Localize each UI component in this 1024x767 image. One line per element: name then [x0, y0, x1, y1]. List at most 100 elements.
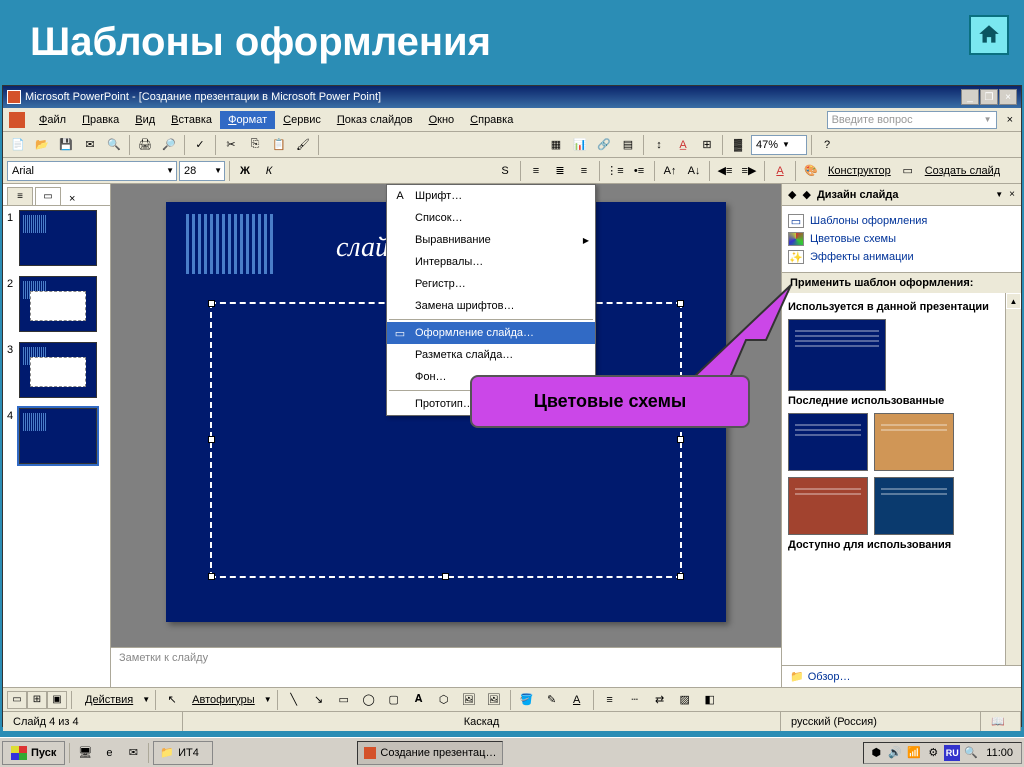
format-painter-icon[interactable]: 🖌 [292, 134, 314, 156]
increase-indent-icon[interactable]: ≡▶ [738, 160, 760, 182]
new-icon[interactable]: 📄 [7, 134, 29, 156]
menu-slideshow[interactable]: Показ слайдов [329, 111, 421, 129]
menu-view[interactable]: Вид [127, 111, 163, 129]
mi-list[interactable]: Список… [387, 207, 595, 229]
app-menu-icon[interactable] [9, 112, 25, 128]
menu-format[interactable]: Формат [220, 111, 275, 129]
line-style-icon[interactable]: ≡ [599, 689, 621, 711]
shadow-icon[interactable]: S [494, 160, 516, 182]
picture-icon[interactable]: 🖼 [483, 689, 505, 711]
print-icon[interactable]: 🖨 [134, 134, 156, 156]
mi-slide-layout[interactable]: Разметка слайда… [387, 344, 595, 366]
ql-desktop-icon[interactable]: 🖥 [74, 742, 96, 764]
tables-borders-icon[interactable]: ▤ [617, 134, 639, 156]
help-search-box[interactable]: Введите вопрос ▼ [827, 111, 997, 129]
open-icon[interactable]: 📂 [31, 134, 53, 156]
tp-link-colors[interactable]: Цветовые схемы [788, 230, 1015, 248]
tp-dropdown-icon[interactable]: ▼ [995, 190, 1003, 199]
menu-insert[interactable]: Вставка [163, 111, 220, 129]
oval-icon[interactable]: ◯ [358, 689, 380, 711]
select-icon[interactable]: ↖ [161, 689, 183, 711]
mi-spacing[interactable]: Интервалы… [387, 251, 595, 273]
mi-slide-design[interactable]: ▭Оформление слайда… [387, 322, 595, 344]
wordart-icon[interactable]: 𝐀 [408, 689, 430, 711]
ql-outlook-icon[interactable]: ✉ [122, 742, 144, 764]
new-slide-button[interactable]: Создать слайд [921, 165, 1004, 177]
menu-file[interactable]: Файл [31, 111, 74, 129]
design-icon[interactable]: 🎨 [800, 160, 822, 182]
slide-thumb-1[interactable] [19, 210, 97, 266]
shadow-style-icon[interactable]: ▨ [674, 689, 696, 711]
home-button[interactable] [969, 15, 1009, 55]
constructor-button[interactable]: Конструктор [824, 165, 895, 177]
align-left-icon[interactable]: ≡ [525, 160, 547, 182]
minimize-button[interactable]: _ [961, 89, 979, 105]
tray-icon[interactable]: 📶 [906, 745, 922, 761]
menu-help[interactable]: Справка [462, 111, 521, 129]
italic-icon[interactable]: К [258, 160, 280, 182]
decrease-font-icon[interactable]: A↓ [683, 160, 705, 182]
preview-icon[interactable]: 🔎 [158, 134, 180, 156]
slideshow-view-btn[interactable]: ▣ [47, 691, 67, 709]
mi-register[interactable]: Регистр… [387, 273, 595, 295]
align-right-icon[interactable]: ≡ [573, 160, 595, 182]
clipart-icon[interactable]: 🖼 [458, 689, 480, 711]
sorter-view-btn[interactable]: ⊞ [27, 691, 47, 709]
table-icon[interactable]: ▦ [545, 134, 567, 156]
mi-align[interactable]: Выравнивание [387, 229, 595, 251]
tp-link-templates[interactable]: ▭Шаблоны оформления [788, 212, 1015, 230]
close-button[interactable]: × [999, 89, 1017, 105]
normal-view-btn[interactable]: ▭ [7, 691, 27, 709]
mi-replace-fonts[interactable]: Замена шрифтов… [387, 295, 595, 317]
slide-thumb-4[interactable] [19, 408, 97, 464]
mi-font[interactable]: AШрифт… [387, 185, 595, 207]
actions-menu[interactable]: Действия [79, 694, 139, 706]
spell-icon[interactable]: ✓ [189, 134, 211, 156]
start-button[interactable]: Пуск [2, 741, 65, 765]
expand-icon[interactable]: ↕ [648, 134, 670, 156]
status-spell-icon[interactable]: 📖 [981, 712, 1021, 731]
arrow-style-icon[interactable]: ⇄ [649, 689, 671, 711]
bold-icon[interactable]: Ж [234, 160, 256, 182]
fill-color-icon[interactable]: 🪣 [516, 689, 538, 711]
decrease-indent-icon[interactable]: ◀≡ [714, 160, 736, 182]
tp-link-anim[interactable]: ✨Эффекты анимации [788, 248, 1015, 266]
paste-icon[interactable]: 📋 [268, 134, 290, 156]
diagram-icon[interactable]: ⬡ [433, 689, 455, 711]
help-icon[interactable]: ? [816, 134, 838, 156]
scroll-up-icon[interactable]: ▲ [1006, 293, 1021, 309]
grid-icon[interactable]: ⊞ [696, 134, 718, 156]
search-icon[interactable]: 🔍 [103, 134, 125, 156]
font-color2-icon[interactable]: A [566, 689, 588, 711]
3d-style-icon[interactable]: ◧ [699, 689, 721, 711]
slide-thumb-3[interactable] [19, 342, 97, 398]
font-color-icon[interactable]: A [769, 160, 791, 182]
color-icon[interactable]: ▓ [727, 134, 749, 156]
outline-tab[interactable]: ≡ [7, 187, 33, 205]
menu-close-btn[interactable]: × [1003, 112, 1017, 128]
design-thumb[interactable] [874, 413, 954, 471]
textbox-icon[interactable]: ▢ [383, 689, 405, 711]
size-combo[interactable]: 28▼ [179, 161, 225, 181]
save-icon[interactable]: 💾 [55, 134, 77, 156]
restore-button[interactable]: ❐ [980, 89, 998, 105]
tp-browse-link[interactable]: 📁 Обзор… [782, 665, 1021, 687]
autoshapes-menu[interactable]: Автофигуры [186, 694, 261, 706]
menu-edit[interactable]: Правка [74, 111, 127, 129]
slides-tab[interactable]: ▭ [35, 187, 61, 205]
bullets-icon[interactable]: •≡ [628, 160, 650, 182]
menu-tools[interactable]: Сервис [275, 111, 329, 129]
slide-thumb-2[interactable] [19, 276, 97, 332]
hyperlink-icon[interactable]: 🔗 [593, 134, 615, 156]
menu-window[interactable]: Окно [421, 111, 463, 129]
tp-close-btn[interactable]: × [1009, 189, 1015, 200]
font-combo[interactable]: Arial▼ [7, 161, 177, 181]
align-center-icon[interactable]: ≣ [549, 160, 571, 182]
tp-scrollbar[interactable]: ▲ [1005, 293, 1021, 665]
show-format-icon[interactable]: A̲ [672, 134, 694, 156]
design-thumb[interactable] [874, 477, 954, 535]
tp-back-icon[interactable]: ◆ [788, 188, 796, 201]
increase-font-icon[interactable]: A↑ [659, 160, 681, 182]
new-slide-icon[interactable]: ▭ [897, 160, 919, 182]
tray-icon[interactable]: ⬢ [868, 745, 884, 761]
